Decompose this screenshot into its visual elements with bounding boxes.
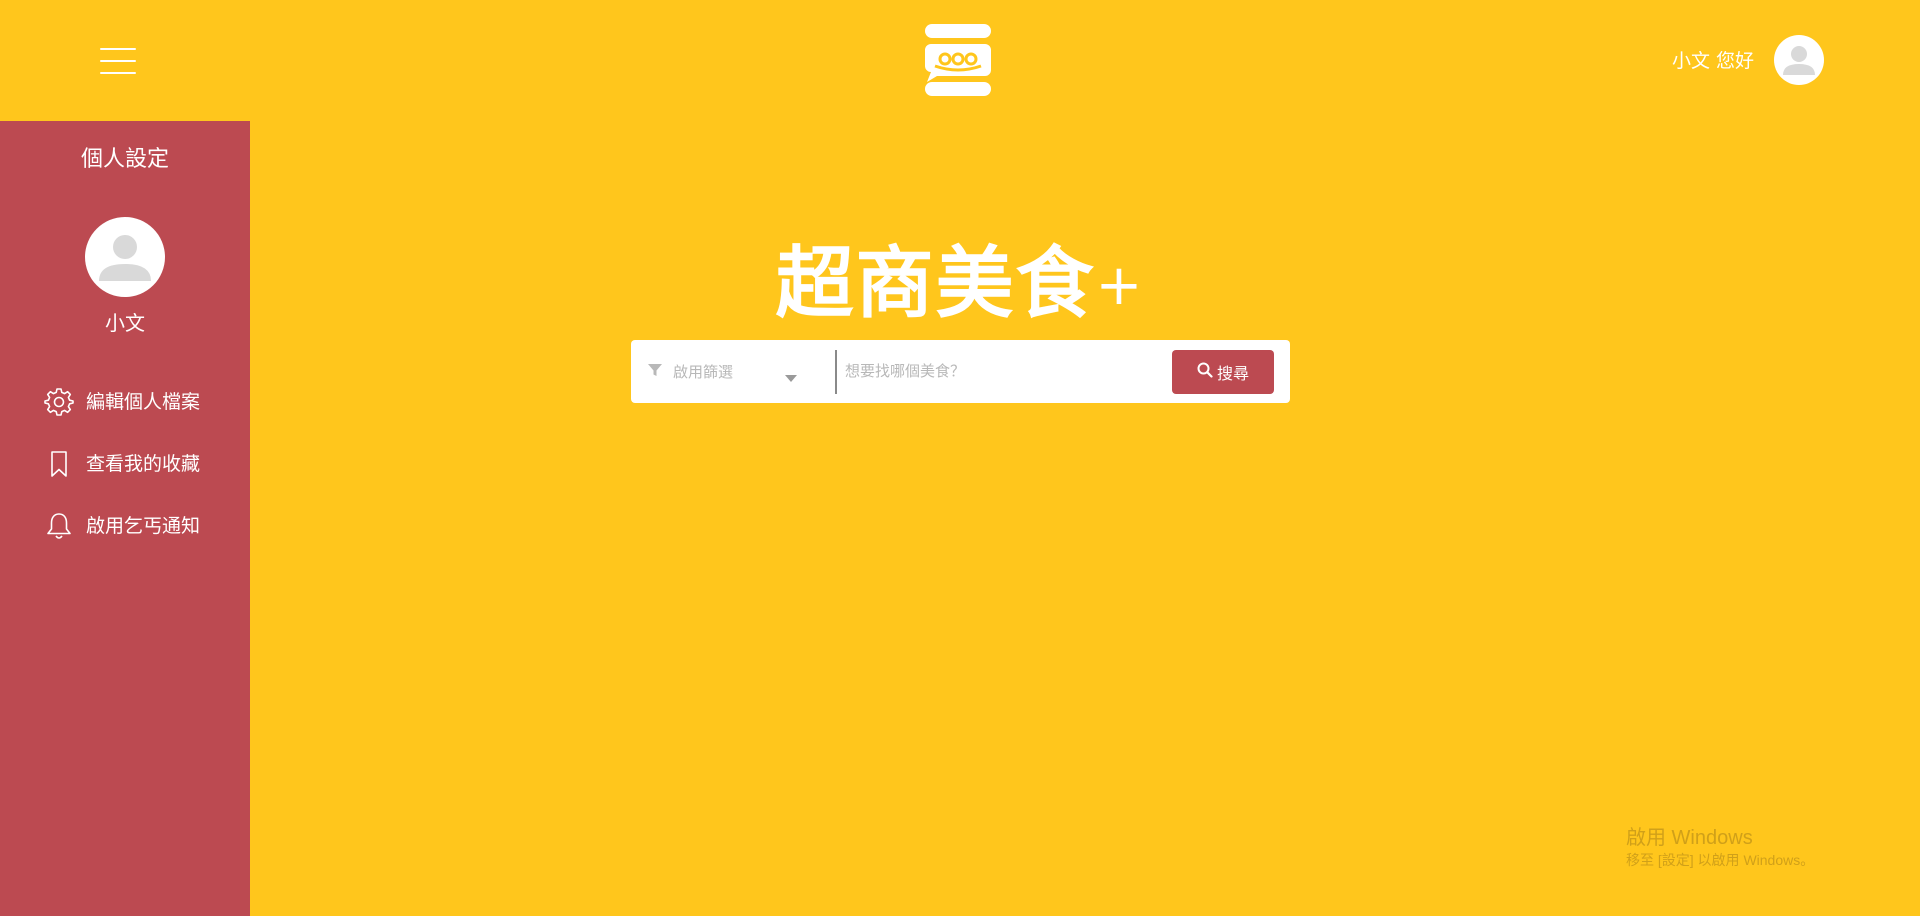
sidebar-item-favorites[interactable]: 查看我的收藏 [44, 446, 234, 482]
sidebar-item-label: 查看我的收藏 [86, 453, 201, 475]
hamburger-menu-icon[interactable] [100, 48, 136, 74]
sidebar-username: 小文 [105, 311, 145, 335]
hero-title-text: 超商美食 [775, 239, 1096, 329]
sidebar-item-notifications[interactable]: 啟用乞丐通知 [44, 508, 234, 544]
gear-icon [44, 387, 74, 417]
hero-title: 超商美食+ [700, 236, 1220, 334]
search-input[interactable] [841, 352, 1165, 390]
windows-activation-watermark: 啟用 Windows 移至 [設定] 以啟用 Windows。 [1626, 825, 1814, 869]
search-divider [835, 350, 837, 394]
chat-bubble-logo-icon[interactable] [923, 24, 993, 96]
search-bar: 啟用篩選 搜尋 [631, 340, 1290, 403]
search-icon [1197, 362, 1213, 382]
bell-icon [44, 511, 74, 541]
sidebar-title: 個人設定 [80, 147, 169, 172]
sidebar-avatar [85, 217, 165, 297]
sidebar-item-label: 啟用乞丐通知 [86, 515, 201, 537]
watermark-title: 啟用 Windows [1626, 827, 1753, 849]
filter-label: 啟用篩選 [673, 363, 734, 381]
sidebar-item-edit-profile[interactable]: 編輯個人檔案 [44, 384, 234, 420]
settings-sidebar: 個人設定 小文 編輯個人檔案 查看我的收藏 啟用乞丐通知 [0, 121, 250, 916]
filter-dropdown[interactable]: 啟用篩選 [647, 354, 827, 390]
hero-title-plus: + [1095, 253, 1145, 318]
search-button[interactable]: 搜尋 [1172, 350, 1274, 394]
caret-down-icon [785, 368, 797, 387]
watermark-subtitle: 移至 [設定] 以啟用 Windows。 [1626, 852, 1815, 868]
top-header: 小文 您好 [0, 0, 1920, 121]
search-button-label: 搜尋 [1216, 364, 1249, 383]
filter-icon [647, 362, 663, 382]
bookmark-icon [44, 449, 74, 479]
user-avatar-icon[interactable] [1774, 35, 1824, 85]
sidebar-item-label: 編輯個人檔案 [86, 391, 201, 413]
greeting-text: 小文 您好 [1671, 50, 1754, 72]
